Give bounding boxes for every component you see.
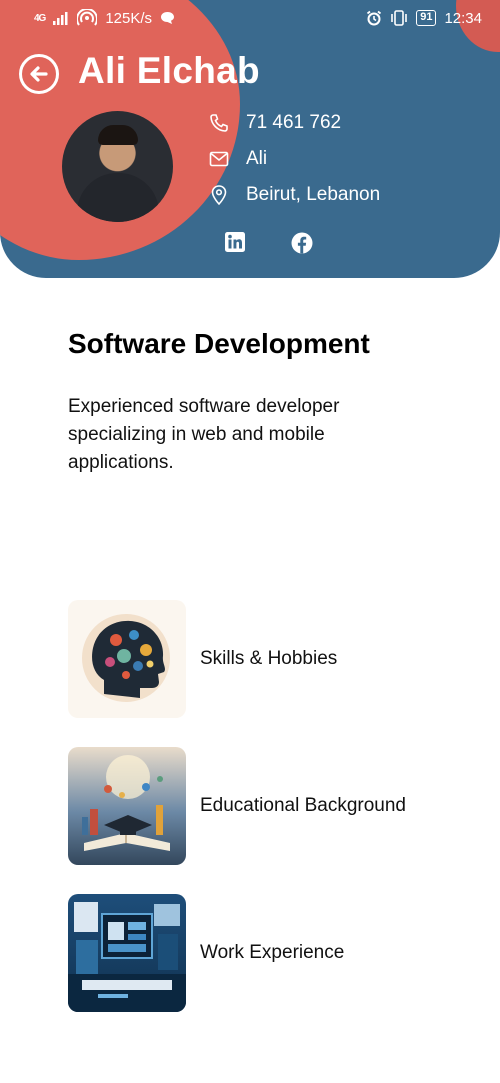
work-thumbnail	[68, 894, 186, 1012]
section-title: Software Development	[68, 328, 370, 359]
alarm-icon	[367, 10, 382, 26]
arrow-left-icon	[30, 66, 48, 82]
education-thumbnail	[68, 747, 186, 865]
signal-icon	[53, 11, 68, 25]
item-label: Work Experience	[200, 942, 345, 963]
facebook-icon[interactable]	[291, 232, 313, 254]
vibrate-icon	[391, 10, 408, 26]
avatar-hair	[98, 125, 138, 145]
status-right: 91 12:34	[366, 10, 482, 27]
section-description: Experienced software developer specializ…	[68, 396, 340, 473]
list-item-work-experience[interactable]: Work Experience	[68, 894, 468, 1012]
location-text: Beirut, Lebanon	[246, 184, 381, 205]
item-label: Educational Background	[200, 795, 406, 816]
list-item-educational-background[interactable]: Educational Background	[68, 747, 468, 865]
clock: 12:34	[444, 9, 482, 27]
status-left: 4G 125K/s	[34, 9, 175, 27]
skills-thumbnail	[68, 600, 186, 718]
chat-bubble-icon	[161, 12, 175, 24]
linkedin-icon[interactable]	[225, 232, 247, 254]
phone-number: 71 461 762	[246, 112, 342, 133]
avatar	[62, 111, 173, 222]
location-pin-icon	[208, 184, 230, 206]
contact-email[interactable]: Ali	[208, 148, 267, 170]
status-bar: 4G 125K/s 91 12:34	[0, 0, 500, 36]
phone-icon	[208, 112, 230, 134]
contact-phone[interactable]: 71 461 762	[208, 112, 341, 134]
email-text: Ali	[246, 148, 268, 169]
item-label: Skills & Hobbies	[200, 648, 338, 669]
hotspot-icon	[77, 9, 98, 26]
battery-indicator: 91	[416, 10, 437, 26]
contact-location[interactable]: Beirut, Lebanon	[208, 184, 380, 206]
network-type: 4G	[34, 12, 46, 24]
mail-icon	[208, 148, 230, 170]
back-button[interactable]	[19, 54, 59, 94]
list-item-skills-hobbies[interactable]: Skills & Hobbies	[68, 600, 468, 718]
avatar-body	[77, 173, 159, 222]
network-speed: 125K/s	[105, 9, 153, 27]
profile-name: Ali Elchab	[78, 50, 260, 91]
